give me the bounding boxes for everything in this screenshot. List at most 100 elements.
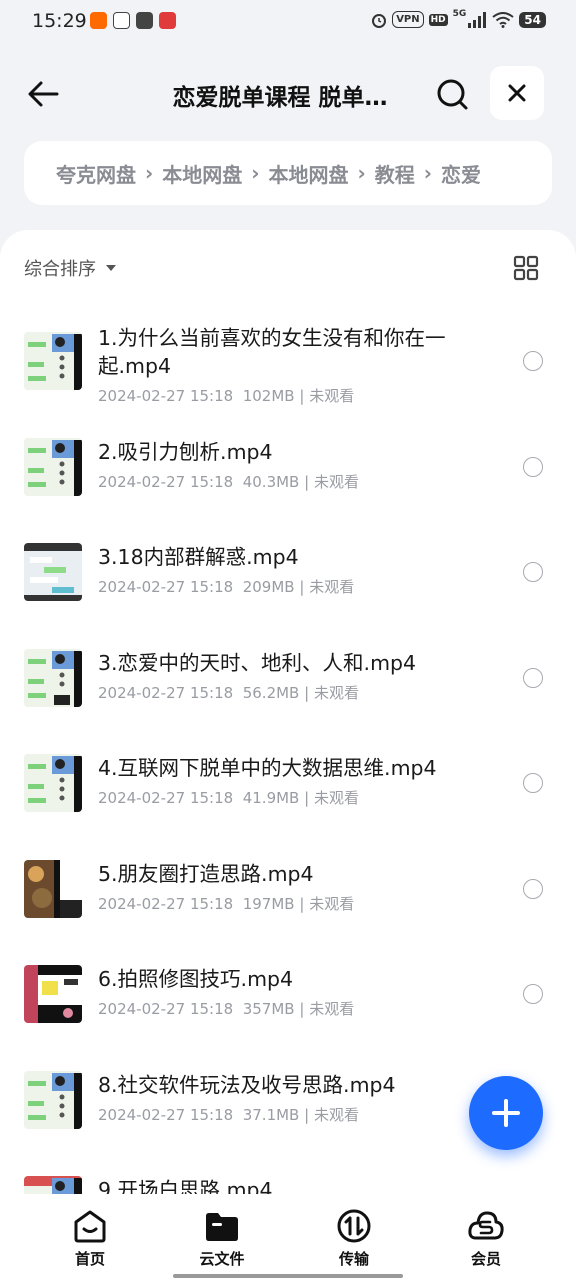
select-checkbox[interactable] [523,984,543,1004]
file-row[interactable]: 3.18内部群解惑.mp4 2024-02-27 15:18 209MB | 未… [0,509,576,615]
sort-label: 综合排序 [24,259,96,280]
file-meta: 2024-02-27 15:18 41.9MB | 未观看 [98,789,359,807]
video-thumbnail [24,1070,82,1129]
status-app-icons [90,12,176,29]
file-size: 37.1MB [242,1105,300,1124]
breadcrumb-fade [512,141,552,205]
breadcrumb-item[interactable]: 教程 [375,159,415,188]
file-meta: 2024-02-27 15:18 357MB | 未观看 [98,1000,355,1018]
search-icon [437,79,468,110]
video-thumbnail [24,332,82,390]
wifi-icon [492,11,514,28]
file-size: 197MB [242,894,295,913]
nav-label: 首页 [74,1250,105,1268]
nav-label: 云文件 [199,1250,245,1268]
file-name: 1.为什么当前喜欢的女生没有和你在一起.mp4 [98,326,446,378]
back-button[interactable] [24,76,64,112]
breadcrumb-item[interactable]: 本地网盘 [269,159,349,188]
video-thumbnail [24,1176,82,1194]
file-status: 未观看 [309,578,355,596]
battery-indicator: 54 [519,11,546,28]
file-date: 2024-02-27 15:18 [98,472,234,491]
breadcrumb-separator: › [357,161,366,185]
file-date: 2024-02-27 15:18 [98,1000,234,1018]
file-status: 未观看 [309,894,355,913]
file-date: 2024-02-27 15:18 [98,683,234,702]
breadcrumb-item[interactable]: 夸克网盘 [56,159,136,188]
select-checkbox[interactable] [523,667,543,688]
taobao-icon [90,12,107,29]
nav-item-home[interactable]: 首页 [45,1208,135,1269]
file-date: 2024-02-27 15:18 [98,1105,234,1124]
file-size: 41.9MB [242,789,300,807]
file-name: 2.吸引力刨析.mp4 [98,439,273,464]
file-row[interactable]: 3.恋爱中的天时、地利、人和.mp4 2024-02-27 15:18 56.2… [0,615,576,721]
file-meta: 2024-02-27 15:18 56.2MB | 未观看 [98,683,359,702]
file-meta: 2024-02-27 15:18 209MB | 未观看 [98,578,355,596]
video-thumbnail [24,859,82,918]
network-label: 5G [452,8,467,19]
file-size: 56.2MB [242,683,300,702]
vip-icon [468,1211,504,1240]
add-button[interactable] [469,1076,543,1150]
close-button[interactable] [490,66,544,120]
file-name: 3.18内部群解惑.mp4 [98,545,299,569]
file-name: 4.互联网下脱单中的大数据思维.mp4 [98,756,437,780]
hd-badge: HD [428,13,448,26]
breadcrumb-separator: › [423,161,432,185]
nav-item-vip[interactable]: 会员 [441,1208,531,1269]
file-meta: 2024-02-27 15:18 197MB | 未观看 [98,894,355,913]
app-icon [159,12,176,29]
message-icon [136,12,153,29]
file-status: 未观看 [313,683,359,702]
nav-label: 传输 [338,1250,369,1268]
breadcrumb-item[interactable]: 本地网盘 [162,159,242,188]
bottom-nav: 首页 云文件 传输 会员 [0,1196,576,1280]
file-row[interactable]: 4.互联网下脱单中的大数据思维.mp4 2024-02-27 15:18 41.… [0,720,576,826]
select-checkbox[interactable] [523,456,543,477]
select-checkbox[interactable] [523,351,543,371]
sort-dropdown[interactable]: 综合排序 [24,255,118,281]
search-button[interactable] [434,76,470,112]
file-status: 未观看 [313,1105,359,1124]
select-checkbox[interactable] [523,562,543,582]
file-row[interactable]: 9.开场白思路.mp4 [0,1142,576,1194]
caret-down-icon [106,265,116,271]
wechat-icon [113,12,130,29]
file-name: 5.朋友圈打造思路.mp4 [98,861,314,886]
file-status: 未观看 [309,387,355,405]
vpn-badge: VPN [392,11,424,28]
grid-view-button[interactable] [512,254,540,282]
file-size: 209MB [242,578,295,596]
breadcrumb-separator: › [145,161,154,185]
folder-icon [206,1213,238,1241]
file-row[interactable]: 6.拍照修图技巧.mp4 2024-02-27 15:18 357MB | 未观… [0,931,576,1037]
status-bar: 15:29 VPN HD 5G 54 [0,0,576,44]
page-title: 恋爱脱单课程 脱单… [172,85,388,111]
file-meta: 2024-02-27 15:18 40.3MB | 未观看 [98,472,359,491]
file-name: 6.拍照修图技巧.mp4 [98,967,294,991]
home-icon [74,1210,106,1243]
file-size: 357MB [242,1000,295,1018]
video-thumbnail [24,754,82,812]
file-row[interactable]: 2.吸引力刨析.mp4 2024-02-27 15:18 40.3MB | 未观… [0,404,576,510]
video-thumbnail [24,965,82,1023]
nav-item-cloud-files[interactable]: 云文件 [177,1208,267,1269]
breadcrumb-item[interactable]: 恋爱 [441,159,481,188]
nav-item-transfer[interactable]: 传输 [309,1208,399,1269]
file-name: 3.恋爱中的天时、地利、人和.mp4 [98,650,417,675]
select-checkbox[interactable] [523,773,543,793]
file-date: 2024-02-27 15:18 [98,578,234,596]
select-checkbox[interactable] [523,878,543,899]
file-date: 2024-02-27 15:18 [98,789,234,807]
file-meta: 2024-02-27 15:18 37.1MB | 未观看 [98,1105,359,1124]
signal-icon [468,11,487,28]
status-indicators: VPN HD 5G 54 [371,8,546,28]
file-size: 40.3MB [242,472,300,491]
file-row[interactable]: 1.为什么当前喜欢的女生没有和你在一起.mp4 2024-02-27 15:18… [0,298,576,405]
file-row[interactable]: 5.朋友圈打造思路.mp4 2024-02-27 15:18 197MB | 未… [0,826,576,932]
home-indicator[interactable] [173,1274,403,1278]
file-size: 102MB [242,387,295,405]
file-name: 9.开场白思路.mp4 [98,1178,273,1194]
video-thumbnail [24,543,82,601]
